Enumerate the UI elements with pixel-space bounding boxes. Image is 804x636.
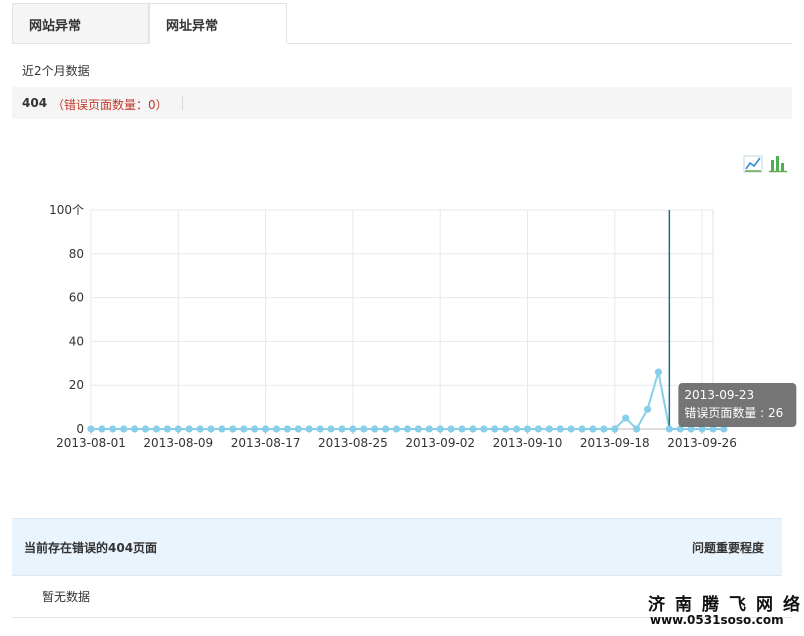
data-point	[218, 425, 226, 433]
x-tick-label: 2013-08-17	[231, 436, 301, 450]
error-code-label[interactable]: 404	[22, 96, 47, 110]
y-tick-label: 20	[69, 378, 84, 392]
data-point	[229, 425, 237, 433]
data-point	[567, 425, 575, 433]
data-point	[371, 425, 379, 433]
data-point	[643, 405, 652, 413]
data-point	[109, 425, 117, 433]
data-point	[458, 425, 466, 433]
data-point	[578, 425, 586, 433]
y-tick-label: 100个	[49, 203, 84, 217]
empty-state-text: 暂无数据	[42, 590, 91, 604]
data-point	[622, 414, 630, 422]
data-point	[425, 425, 433, 433]
table-title: 当前存在错误的404页面	[24, 541, 158, 555]
tab-bar: 网站异常 网址异常	[12, 3, 792, 44]
plot-area	[90, 209, 714, 430]
data-point	[349, 425, 357, 433]
chart-tooltip: 2013-09-23 错误页面数量 : 26	[678, 383, 797, 428]
x-tick-label: 2013-09-02	[405, 436, 475, 450]
data-point	[436, 425, 444, 433]
data-point	[447, 425, 455, 433]
data-point	[98, 425, 106, 433]
data-point	[163, 425, 171, 433]
data-point	[523, 425, 532, 433]
watermark-url: www.0531soso.com	[650, 613, 784, 627]
bar-chart-icon[interactable]	[768, 154, 788, 174]
data-point	[480, 425, 488, 433]
data-point	[251, 425, 259, 433]
data-point	[600, 425, 608, 433]
divider	[182, 96, 183, 110]
tab-url-errors[interactable]: 网址异常	[149, 3, 287, 44]
data-point	[338, 425, 346, 433]
data-point	[611, 425, 619, 433]
data-point	[360, 425, 368, 433]
table-header: 当前存在错误的404页面 问题重要程度	[12, 518, 782, 576]
data-point	[414, 425, 422, 433]
data-point	[283, 425, 292, 433]
x-tick-label: 2013-08-25	[318, 436, 388, 450]
data-point	[294, 425, 302, 433]
data-point	[131, 425, 139, 433]
y-tick-label: 60	[69, 291, 84, 305]
line-chart-icon[interactable]	[743, 154, 763, 174]
data-point	[141, 425, 150, 433]
data-point	[534, 425, 543, 433]
importance-column-header: 问题重要程度	[691, 541, 764, 555]
data-point	[261, 425, 270, 433]
x-tick-label: 2013-08-01	[56, 436, 126, 450]
data-point	[120, 425, 128, 433]
data-point	[382, 425, 390, 433]
data-point	[403, 425, 412, 433]
error-trend-chart: 0 20 40 60 80 100个 2013-08-01 2013-08-09 2013-08…	[49, 203, 797, 450]
data-point	[152, 425, 161, 433]
x-tick-label: 2013-09-10	[493, 436, 563, 450]
data-point	[392, 425, 401, 433]
tooltip-date: 2013-09-23	[684, 388, 754, 402]
data-point	[207, 425, 215, 433]
data-point	[556, 425, 564, 433]
data-point	[545, 425, 553, 433]
data-point	[316, 425, 324, 433]
error-count-text: （错误页面数量：0）	[52, 98, 168, 112]
period-label: 近2个月数据	[22, 64, 90, 78]
x-tick-label: 2013-08-09	[143, 436, 213, 450]
data-point	[305, 425, 313, 433]
data-point	[469, 425, 477, 433]
data-point	[512, 425, 521, 433]
data-point	[174, 425, 182, 433]
tooltip-value: 错误页面数量 : 26	[684, 405, 783, 420]
data-point	[87, 425, 95, 433]
tab-site-errors[interactable]: 网站异常	[12, 3, 149, 43]
data-point	[196, 425, 204, 433]
x-tick-label: 2013-09-26	[667, 436, 737, 450]
data-point	[654, 368, 663, 376]
data-point	[240, 425, 248, 433]
x-tick-label: 2013-09-18	[580, 436, 650, 450]
data-point	[185, 425, 193, 433]
data-point	[589, 425, 597, 433]
data-point	[633, 425, 641, 433]
data-point	[502, 425, 510, 433]
y-tick-label: 0	[76, 422, 84, 436]
data-point	[491, 425, 499, 433]
watermark-title: 济南腾飞网络	[648, 595, 804, 615]
data-point	[327, 425, 335, 433]
data-point	[665, 425, 673, 433]
y-tick-label: 80	[69, 247, 84, 261]
data-point	[272, 425, 281, 433]
y-tick-label: 40	[69, 334, 84, 348]
error-summary-bar: 404 （错误页面数量：0）	[12, 87, 792, 119]
